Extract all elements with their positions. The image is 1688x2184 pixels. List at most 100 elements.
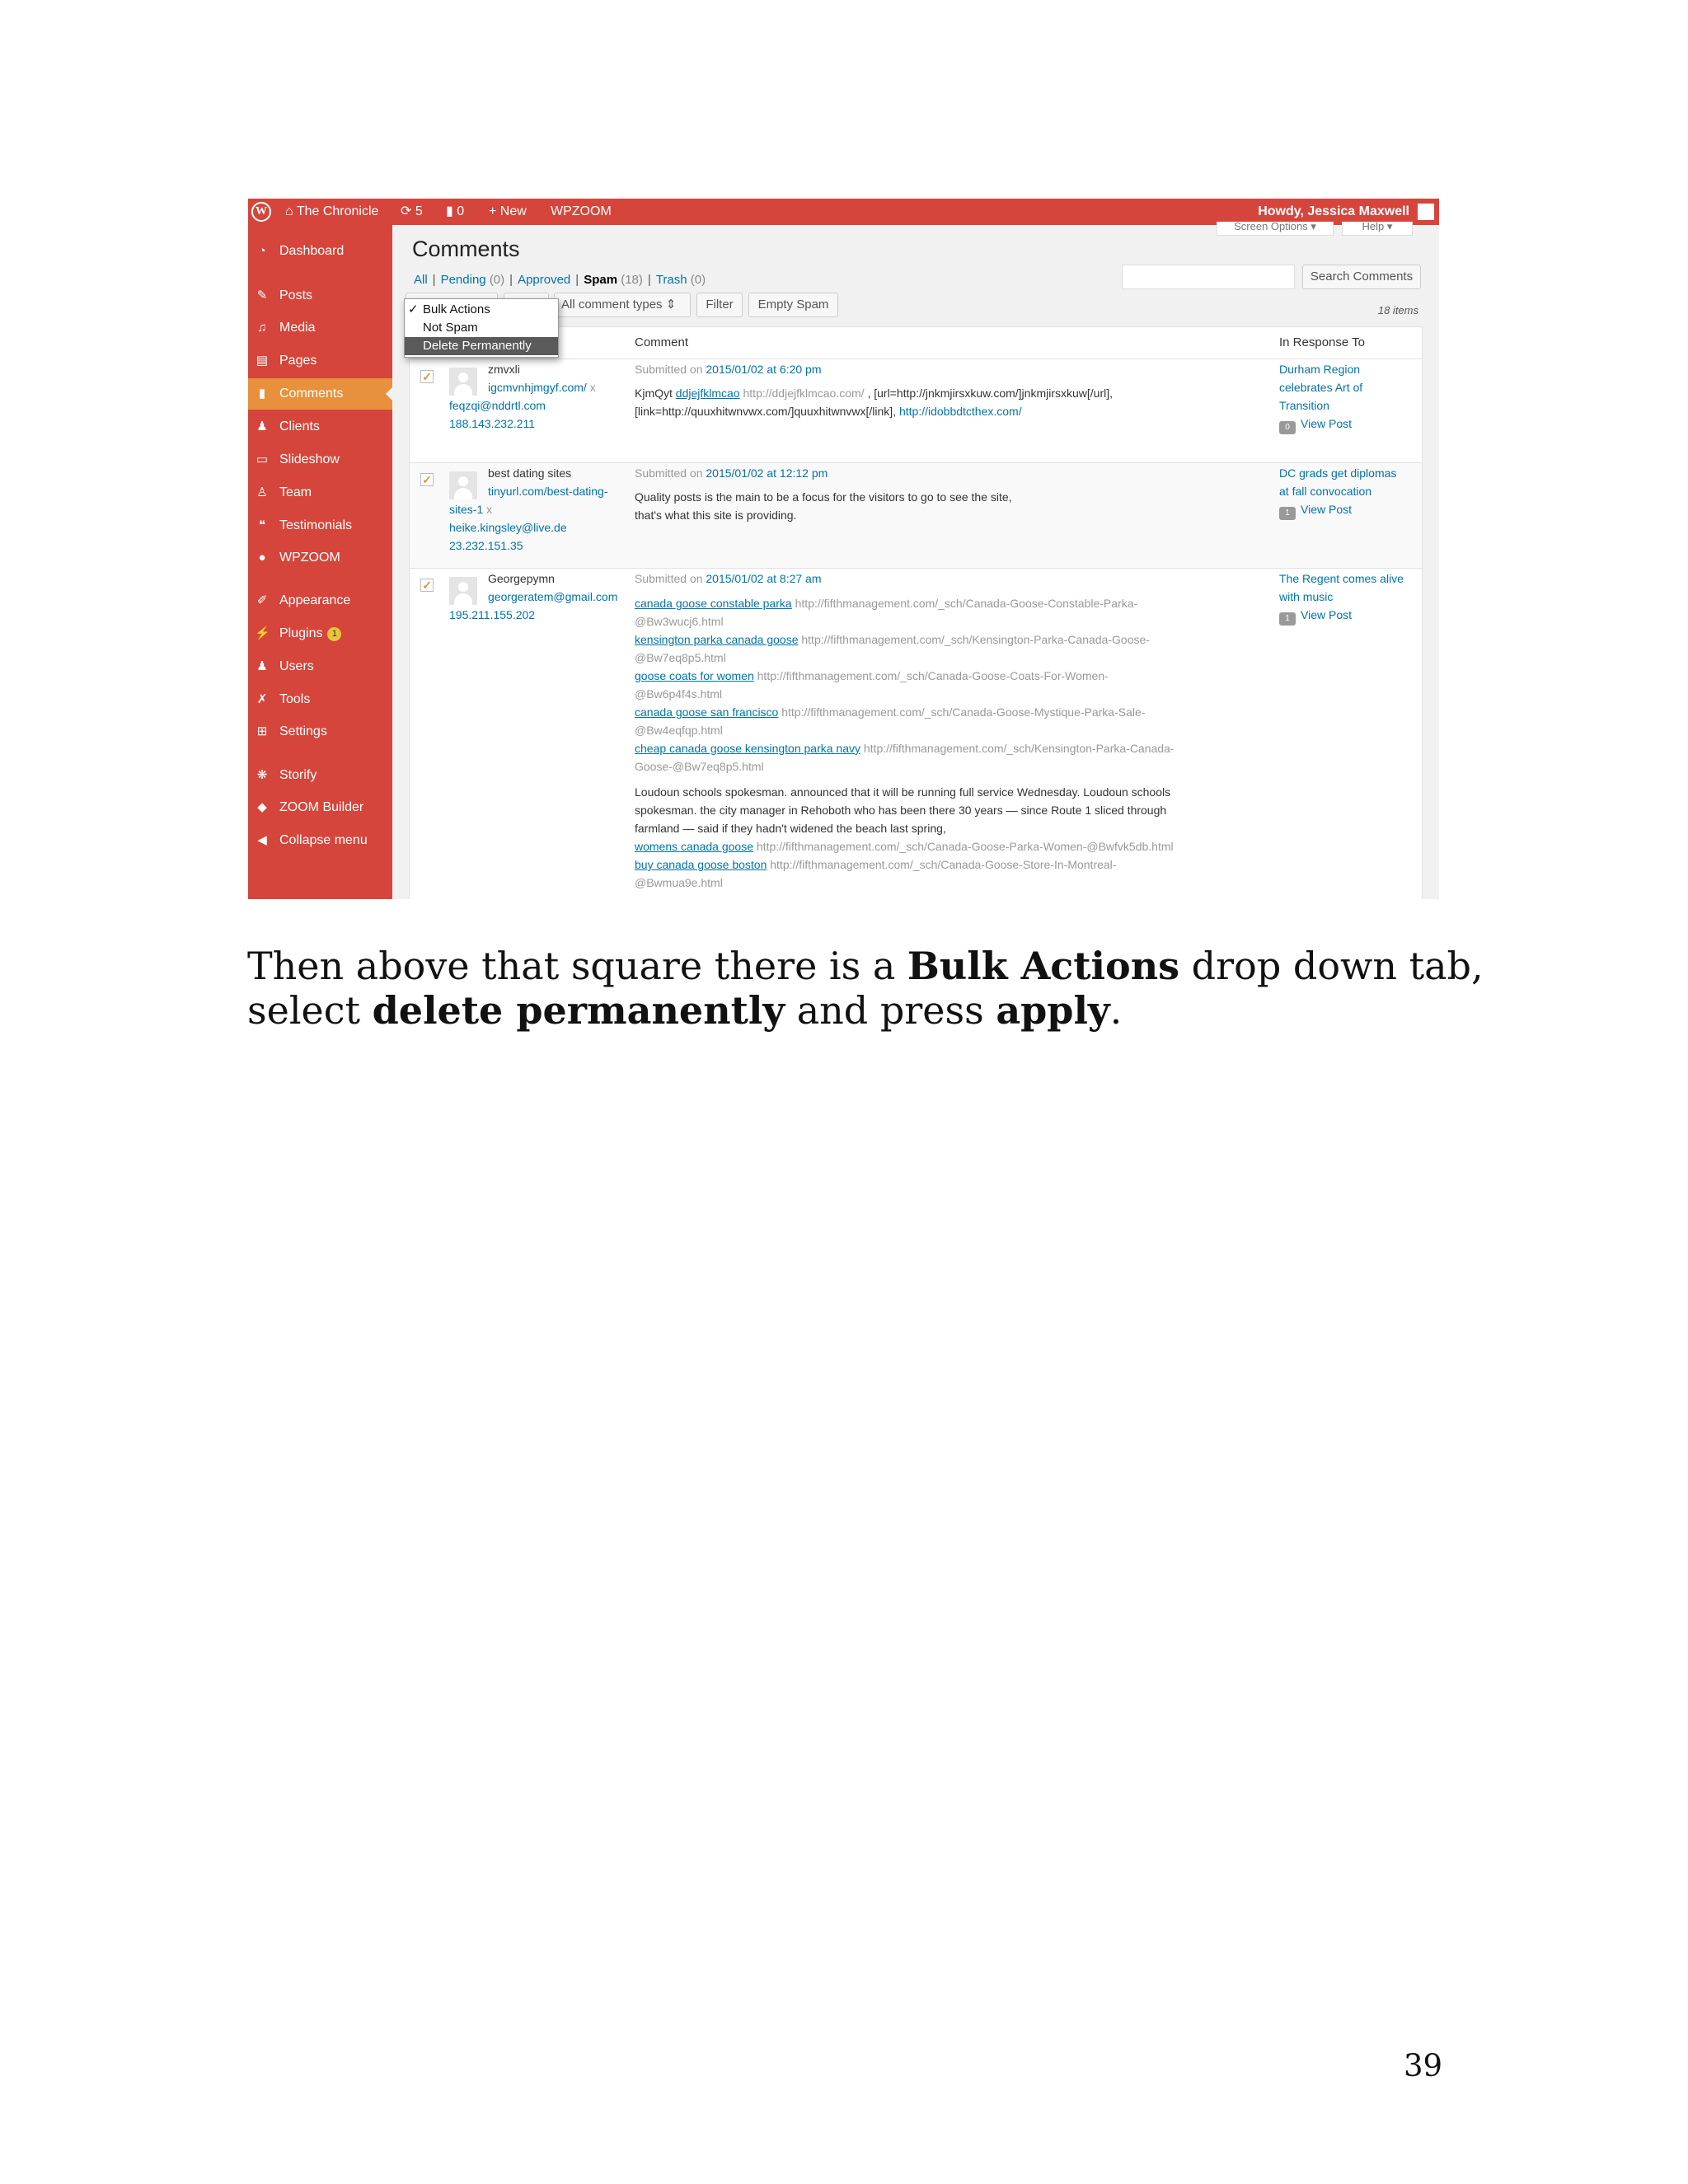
response-post-title[interactable]: Durham Region (1279, 360, 1360, 378)
user-avatar[interactable] (1418, 204, 1434, 220)
remove-url-icon[interactable]: x (486, 503, 492, 516)
comment-link[interactable]: kensington parka canada goose (635, 633, 798, 646)
author-url[interactable]: tinyurl.com/best-dating- (488, 482, 608, 500)
clients-icon: ♟ (256, 419, 268, 434)
menu-label: Storify (279, 768, 317, 782)
menu-slideshow[interactable]: ▭ Slideshow (248, 444, 392, 476)
response-post-title[interactable]: The Regent comes alive (1279, 569, 1404, 588)
updates-link[interactable]: ⟳ 5 (401, 199, 423, 225)
column-comment[interactable]: Comment (635, 327, 688, 359)
comment-bubble-icon: ▮ (446, 204, 453, 218)
author-url-text: sites-1 (449, 503, 484, 516)
storify-icon: ❋ (256, 768, 268, 782)
menu-label: Settings (279, 724, 327, 738)
site-link[interactable]: ⌂ The Chronicle (285, 199, 378, 225)
column-in-response-to[interactable]: In Response To (1279, 327, 1365, 359)
bulk-actions-dropdown[interactable]: ✓ Bulk Actions Not Spam Delete Permanentl… (404, 298, 559, 358)
author-url[interactable]: igcmvnhjmgyf.com/ x (488, 378, 596, 396)
response-post-title[interactable]: with music (1279, 588, 1333, 606)
new-link[interactable]: + New (489, 199, 527, 225)
comment-date-link[interactable]: 2015/01/02 at 8:27 am (706, 572, 821, 585)
option-not-spam[interactable]: Not Spam (405, 319, 558, 337)
menu-settings[interactable]: ⊞ Settings (248, 716, 392, 748)
comment-url: Goose-@Bw7eq8p5.html (635, 760, 764, 773)
option-delete-permanently[interactable]: Delete Permanently (405, 337, 558, 355)
menu-testimonials[interactable]: ❝ Testimonials (248, 510, 392, 541)
response-post-title[interactable]: Transition (1279, 396, 1329, 415)
submitted-line: Submitted on 2015/01/02 at 12:12 pm (635, 464, 828, 482)
filter-spam[interactable]: Spam (18) (584, 273, 643, 287)
response-post-title[interactable]: celebrates Art of (1279, 378, 1362, 396)
filter-approved[interactable]: Approved (518, 273, 570, 287)
comment-text: KjmQyt (635, 387, 673, 400)
response-post-title[interactable]: DC grads get diplomas (1279, 464, 1396, 482)
comment-link[interactable]: cheap canada goose kensington parka navy (635, 742, 860, 755)
caption-bold: Bulk Actions (907, 944, 1180, 988)
menu-dashboard[interactable]: ◔ Dashboard (248, 236, 392, 267)
table-row: ✓ Georgepymn georgeratem@gmail.com 195.2… (410, 568, 1422, 899)
row-checkbox[interactable]: ✓ (420, 473, 434, 486)
screen-options-tab[interactable]: Screen Options ▾ (1217, 222, 1334, 236)
comment-date-link[interactable]: 2015/01/02 at 12:12 pm (706, 466, 828, 480)
menu-plugins[interactable]: ⚡ Plugins 1 (248, 618, 392, 649)
search-input[interactable] (1122, 265, 1295, 289)
menu-team[interactable]: ♙ Team (248, 477, 392, 509)
comment-line: Loudoun schools spokesman. announced tha… (635, 785, 1171, 799)
caption-bold: apply (996, 988, 1110, 1033)
help-tab[interactable]: Help ▾ (1342, 222, 1413, 236)
comment-link[interactable]: goose coats for women (635, 669, 754, 682)
view-post-link[interactable]: 1 View Post (1279, 500, 1352, 520)
comment-link[interactable]: canada goose constable parka (635, 597, 792, 610)
author-email[interactable]: feqzqi@nddrtl.com (449, 396, 546, 415)
menu-pages[interactable]: ▤ Pages (248, 345, 392, 377)
search-comments-button[interactable]: Search Comments (1302, 265, 1421, 289)
author-email[interactable]: heike.kingsley@live.de (449, 518, 567, 537)
menu-media[interactable]: ♫ Media (248, 312, 392, 344)
comment-link[interactable]: ddjejfklmcao (676, 387, 740, 400)
menu-label: Appearance (279, 593, 351, 607)
comment-url: http://fifthmanagement.com/_sch/Kensingt… (801, 633, 1150, 646)
plugin-icon: ⚡ (255, 626, 270, 640)
wpzoom-link[interactable]: WPZOOM (551, 199, 612, 225)
author-url-continued[interactable]: sites-1 x (449, 500, 492, 518)
spam-label: Spam (584, 273, 618, 287)
filter-button[interactable]: Filter (696, 293, 743, 317)
option-bulk-actions[interactable]: ✓ Bulk Actions (405, 301, 558, 319)
response-post-title[interactable]: at fall convocation (1279, 482, 1372, 500)
remove-url-icon[interactable]: x (590, 381, 596, 394)
filter-pending[interactable]: Pending (0) (441, 273, 505, 287)
menu-comments[interactable]: ▮ Comments (248, 378, 392, 410)
menu-collapse[interactable]: ◀ Collapse menu (248, 825, 392, 856)
empty-spam-button[interactable]: Empty Spam (748, 293, 838, 317)
row-checkbox[interactable]: ✓ (420, 579, 434, 592)
wordpress-logo-icon[interactable]: W (251, 202, 271, 222)
filter-trash[interactable]: Trash (0) (656, 273, 706, 287)
comment-link[interactable]: buy canada goose boston (635, 858, 767, 871)
author-ip[interactable]: 195.211.155.202 (449, 606, 535, 624)
comment-type-select[interactable]: All comment types ⇕ (554, 293, 691, 317)
filter-all[interactable]: All (414, 273, 428, 287)
author-ip[interactable]: 23.232.151.35 (449, 537, 523, 555)
comments-link[interactable]: ▮ 0 (446, 199, 464, 225)
comment-link[interactable]: http://idobbdtcthex.com/ (899, 405, 1022, 418)
comment-date-link[interactable]: 2015/01/02 at 6:20 pm (706, 363, 821, 376)
author-ip[interactable]: 188.143.232.211 (449, 415, 535, 433)
view-post-link[interactable]: 1 View Post (1279, 606, 1352, 626)
menu-tools[interactable]: ✗ Tools (248, 684, 392, 715)
row-checkbox[interactable]: ✓ (420, 370, 434, 383)
menu-appearance[interactable]: ✐ Appearance (248, 585, 392, 616)
view-post-label: View Post (1301, 417, 1352, 430)
comment-link[interactable]: womens canada goose (635, 840, 753, 853)
menu-zoom-builder[interactable]: ◆ ZOOM Builder (248, 792, 392, 823)
menu-posts[interactable]: ✎ Posts (248, 280, 392, 312)
menu-users[interactable]: ♟ Users (248, 651, 392, 682)
comment-line: farmland — said if they hadn't widened t… (635, 822, 946, 835)
menu-storify[interactable]: ❋ Storify (248, 760, 392, 791)
items-count: 18 items (1377, 304, 1418, 316)
view-post-link[interactable]: 0 View Post (1279, 415, 1352, 434)
menu-wpzoom[interactable]: ● WPZOOM (248, 542, 392, 574)
author-email[interactable]: georgeratem@gmail.com (488, 588, 617, 606)
comment-link[interactable]: canada goose san francisco (635, 705, 778, 719)
comment-text: , [url=http://jnkmjirsxkuw.com/]jnkmjirs… (867, 387, 1114, 400)
menu-clients[interactable]: ♟ Clients (248, 411, 392, 443)
